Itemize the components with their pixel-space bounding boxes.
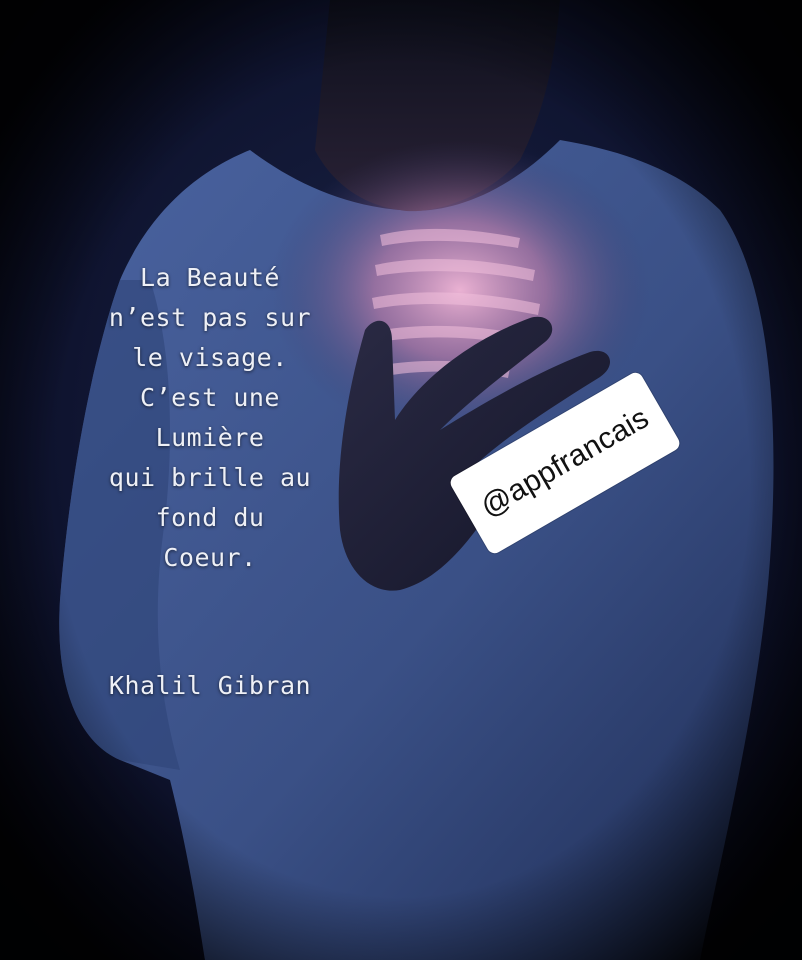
quote-line: Coeur. xyxy=(163,543,257,572)
quote-line: La Beauté xyxy=(140,263,280,292)
quote-image: La Beauté n’est pas sur le visage. C’est… xyxy=(0,0,802,960)
quote-line: le visage. xyxy=(132,343,288,372)
quote-line: qui brille au xyxy=(108,463,312,492)
quote-line: C’est une xyxy=(140,383,280,412)
quote-line: fond du xyxy=(155,503,265,532)
quote-author: Khalil Gibran xyxy=(108,671,312,700)
quote-text: La Beauté n’est pas sur le visage. C’est… xyxy=(60,258,360,578)
quote-line: n’est pas sur xyxy=(108,303,312,332)
quote-line: Lumière xyxy=(155,423,265,452)
